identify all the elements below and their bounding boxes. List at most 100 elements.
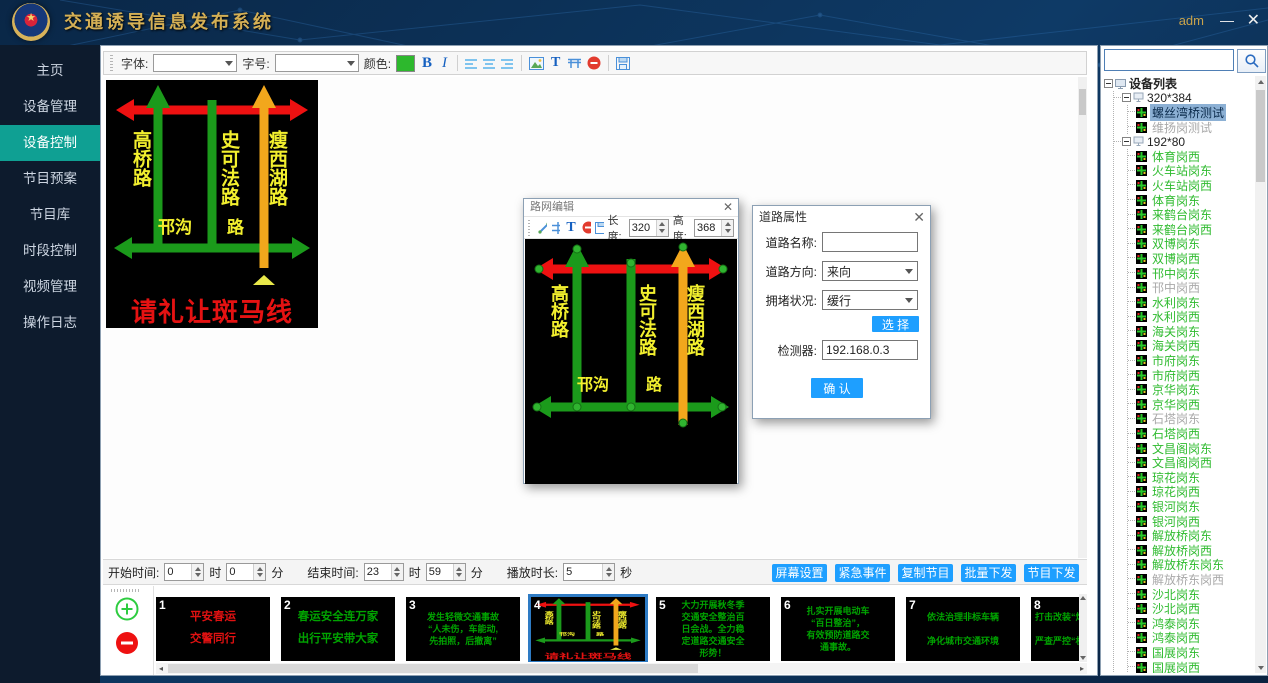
- tree-device[interactable]: 体育岗西: [1128, 149, 1254, 164]
- tree-device[interactable]: 鸿泰岗西: [1128, 631, 1254, 646]
- tree-device[interactable]: 海关岗西: [1128, 339, 1254, 354]
- draw-line-icon[interactable]: [537, 221, 547, 235]
- tree-device[interactable]: 市府岗西: [1128, 368, 1254, 383]
- program-thumbnail-selected[interactable]: 4 高桥路 史可法路 瘦西湖路 邗沟 路 请礼让斑马线: [531, 597, 645, 661]
- program-thumbnail[interactable]: 7 依法治理非标车辆 净化城市交通环境: [906, 597, 1020, 661]
- sidebar-item[interactable]: 设备控制: [0, 125, 100, 161]
- save-icon[interactable]: [616, 57, 630, 70]
- size-select[interactable]: [275, 54, 359, 72]
- close-icon[interactable]: ✕: [913, 206, 925, 228]
- start-hour-stepper[interactable]: 0: [164, 563, 204, 581]
- panel-grip[interactable]: [111, 589, 141, 592]
- scroll-up-icon[interactable]: [1258, 80, 1264, 84]
- align-right-icon[interactable]: [501, 58, 514, 69]
- collapse-icon[interactable]: [1122, 137, 1131, 146]
- road-diagram-editable[interactable]: [525, 239, 737, 439]
- tree-device[interactable]: 琼花岗西: [1128, 485, 1254, 500]
- tree-device[interactable]: 解放桥东岗西: [1128, 572, 1254, 587]
- close-icon[interactable]: ✕: [723, 199, 733, 216]
- sidebar-item[interactable]: 主页: [0, 53, 100, 89]
- action-button[interactable]: 节目下发: [1024, 564, 1079, 582]
- sidebar-item[interactable]: 时段控制: [0, 233, 100, 269]
- step-up-icon[interactable]: [195, 567, 201, 571]
- tree-device[interactable]: 邗中岗西: [1128, 280, 1254, 295]
- cross-road-label[interactable]: 邗沟: [577, 371, 609, 395]
- end-minute-stepper[interactable]: 59: [426, 563, 466, 581]
- sidebar-item[interactable]: 视频管理: [0, 269, 100, 305]
- step-up-icon[interactable]: [257, 567, 263, 571]
- toolbar-grip[interactable]: [110, 55, 113, 71]
- road-direction-select[interactable]: 来向: [822, 261, 918, 281]
- tree-device[interactable]: 水利岗东: [1128, 295, 1254, 310]
- road-label-right[interactable]: 瘦西湖路: [686, 284, 704, 356]
- start-minute-stepper[interactable]: 0: [226, 563, 266, 581]
- tree-device[interactable]: 沙北岗西: [1128, 601, 1254, 616]
- tree-device[interactable]: 银河岗东: [1128, 499, 1254, 514]
- scroll-up-icon[interactable]: [1080, 596, 1086, 600]
- tree-device[interactable]: 京华岗西: [1128, 397, 1254, 412]
- step-up-icon[interactable]: [394, 567, 400, 571]
- action-button[interactable]: 屏幕设置: [772, 564, 827, 582]
- end-hour-stepper[interactable]: 23: [364, 563, 404, 581]
- scrollbar-thumb[interactable]: [1256, 90, 1265, 182]
- tree-device[interactable]: 火车站岗西: [1128, 178, 1254, 193]
- road-icon[interactable]: [551, 221, 561, 235]
- bold-button[interactable]: B: [420, 55, 434, 72]
- road-name-input[interactable]: [822, 232, 918, 252]
- program-thumbnail[interactable]: 3 发生轻微交通事故 “人未伤，车能动, 先拍照，后撤离”: [406, 597, 520, 661]
- color-swatch[interactable]: [396, 55, 415, 72]
- tree-device[interactable]: 解放桥东岗东: [1128, 558, 1254, 573]
- tree-device[interactable]: 体育岗东: [1128, 193, 1254, 208]
- scroll-down-icon[interactable]: [1080, 656, 1086, 660]
- insert-text-icon[interactable]: T: [549, 55, 562, 71]
- step-up-icon[interactable]: [606, 567, 612, 571]
- action-button[interactable]: 批量下发: [961, 564, 1016, 582]
- delete-icon[interactable]: [582, 221, 591, 234]
- scroll-right-icon[interactable]: ▸: [1077, 664, 1087, 673]
- step-up-icon[interactable]: [725, 222, 731, 226]
- search-input[interactable]: [1104, 49, 1234, 71]
- thumbnails-horizontal-scrollbar[interactable]: ◂ ▸: [156, 663, 1087, 674]
- program-thumbnail[interactable]: 1 平安春运 交警同行: [156, 597, 270, 661]
- tree-group[interactable]: 320*384: [1114, 91, 1254, 106]
- tree-device[interactable]: 来鹤台岗西: [1128, 222, 1254, 237]
- program-thumbnail[interactable]: 8 打击改装“炸 严查严控“机: [1031, 597, 1079, 661]
- bridge-icon[interactable]: [567, 57, 582, 69]
- close-button[interactable]: ✕: [1247, 0, 1260, 45]
- duration-stepper[interactable]: 5: [563, 563, 615, 581]
- length-stepper[interactable]: 320: [629, 219, 669, 237]
- tree-device[interactable]: 鸿泰岗东: [1128, 616, 1254, 631]
- step-down-icon[interactable]: [659, 229, 665, 233]
- sidebar-item[interactable]: 节目预案: [0, 161, 100, 197]
- tree-device[interactable]: 京华岗东: [1128, 382, 1254, 397]
- italic-button[interactable]: I: [439, 55, 450, 72]
- tree-vertical-scrollbar[interactable]: [1255, 76, 1266, 673]
- delete-icon[interactable]: [587, 56, 601, 70]
- tree-device[interactable]: 解放桥岗东: [1128, 528, 1254, 543]
- tree-root[interactable]: 设备列表: [1104, 76, 1254, 91]
- height-stepper[interactable]: 368: [694, 219, 734, 237]
- cross-road-suffix[interactable]: 路: [646, 371, 662, 395]
- tree-device[interactable]: 水利岗西: [1128, 310, 1254, 325]
- detector-input[interactable]: [822, 340, 918, 360]
- sidebar-item[interactable]: 设备管理: [0, 89, 100, 125]
- step-down-icon[interactable]: [394, 573, 400, 577]
- tree-device[interactable]: 市府岗东: [1128, 353, 1254, 368]
- minimize-button[interactable]: —: [1220, 0, 1234, 45]
- tree-device[interactable]: 双博岗东: [1128, 237, 1254, 252]
- step-down-icon[interactable]: [606, 573, 612, 577]
- remove-program-button[interactable]: [115, 631, 139, 655]
- tree-device[interactable]: 螺丝湾桥测试: [1128, 105, 1254, 120]
- action-button[interactable]: 复制节目: [898, 564, 953, 582]
- save-icon[interactable]: [595, 222, 604, 234]
- step-up-icon[interactable]: [456, 567, 462, 571]
- program-thumbnail[interactable]: 6 扎实开展电动车 “百日整治”， 有效预防道路交 通事故。: [781, 597, 895, 661]
- tree-device[interactable]: 双博岗西: [1128, 251, 1254, 266]
- dialog-title-bar[interactable]: 路网编辑 ✕: [524, 199, 738, 216]
- road-label-middle[interactable]: 史可法路: [638, 284, 656, 356]
- program-thumbnail[interactable]: 5 大力开展秋冬季 交通安全整治百 日会战。全力稳 定道路交通安全 形势！: [656, 597, 770, 661]
- select-detector-button[interactable]: 选 择: [872, 316, 919, 332]
- sign-preview[interactable]: 高桥路 史可法路 瘦西湖路 邗沟 路 请礼让斑马线: [106, 80, 318, 328]
- tree-device[interactable]: 维扬岗测试: [1128, 120, 1254, 135]
- tree-device[interactable]: 石塔岗东: [1128, 412, 1254, 427]
